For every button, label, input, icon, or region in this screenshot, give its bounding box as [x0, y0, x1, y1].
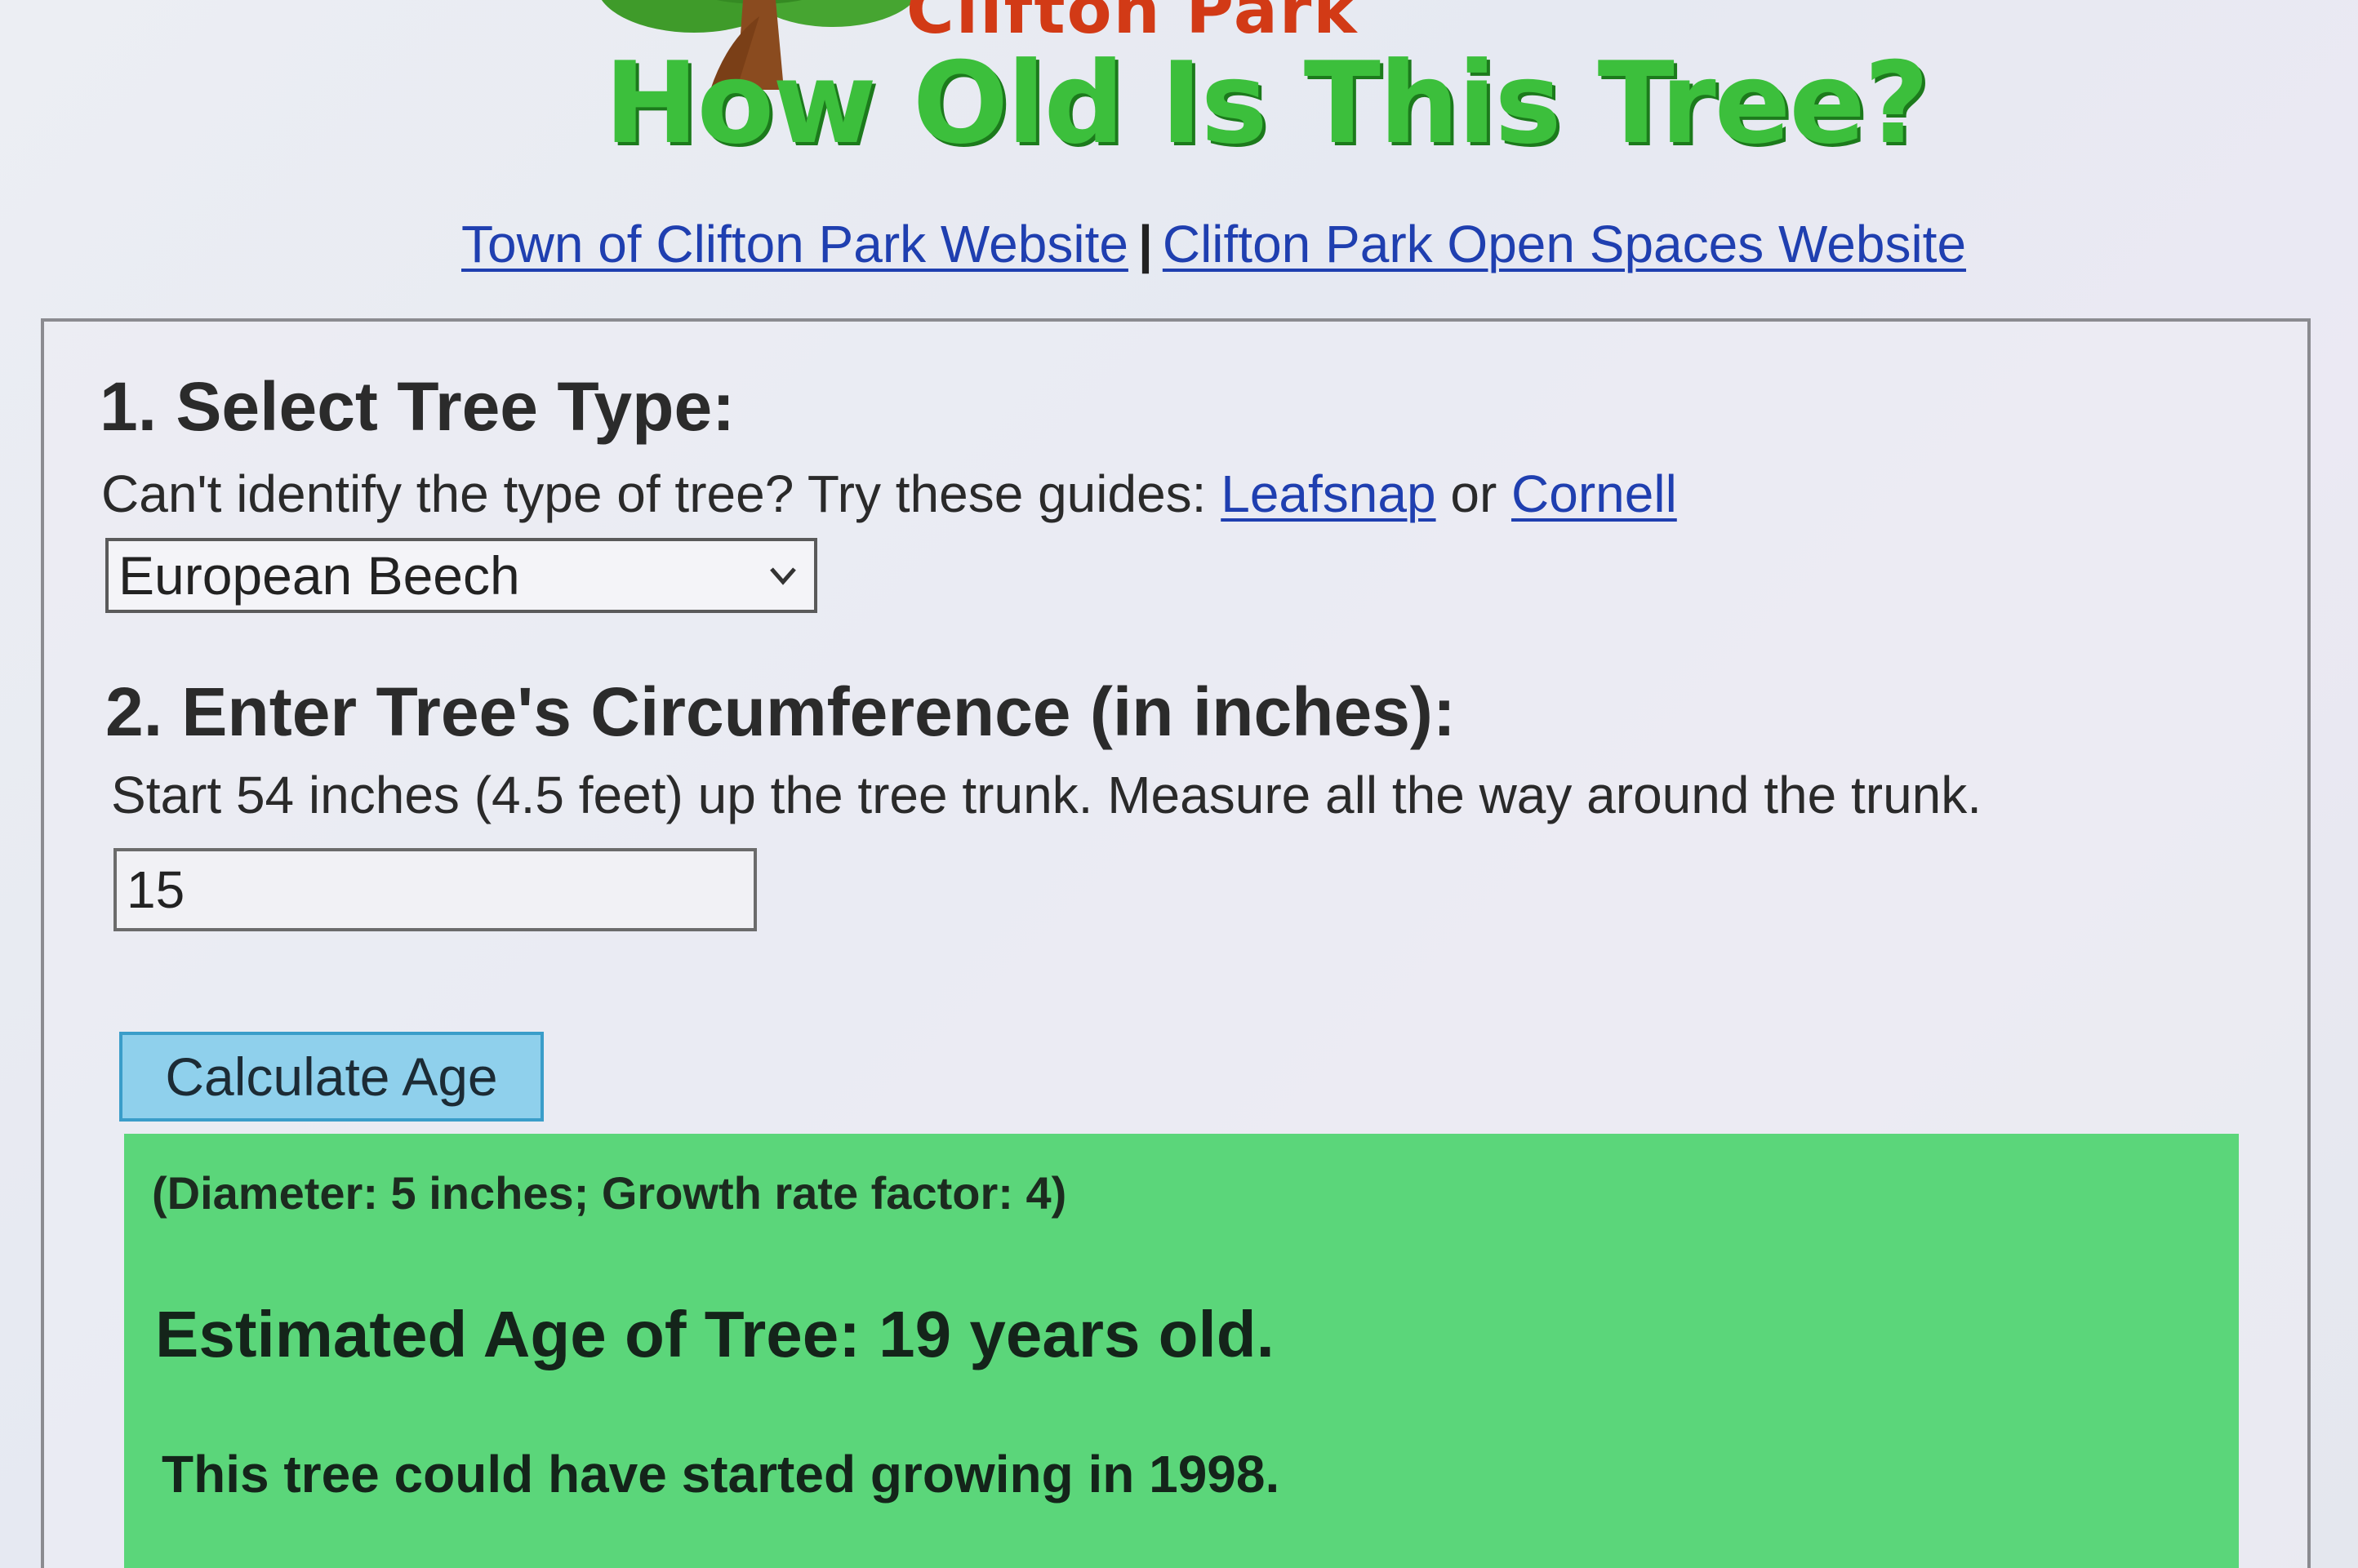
- chevron-down-icon: [770, 567, 796, 585]
- tree-type-selected: European Beech: [118, 545, 520, 606]
- leafsnap-link[interactable]: Leafsnap: [1221, 464, 1435, 523]
- town-website-link[interactable]: Town of Clifton Park Website: [461, 215, 1128, 273]
- step2-heading: 2. Enter Tree's Circumference (in inches…: [105, 673, 1456, 750]
- circumference-input[interactable]: 15: [113, 848, 757, 931]
- tree-type-select[interactable]: European Beech: [105, 538, 817, 613]
- guide-text: Can't identify the type of tree? Try the…: [101, 465, 1677, 522]
- header: Clifton Park How Old Is This Tree? Town …: [0, 0, 2358, 310]
- page-title: How Old Is This Tree?: [604, 38, 1929, 169]
- open-spaces-website-link[interactable]: Clifton Park Open Spaces Website: [1163, 215, 1966, 273]
- result-panel: (Diameter: 5 inches; Growth rate factor:…: [124, 1134, 2239, 1568]
- circumference-value: 15: [127, 860, 185, 919]
- page: Clifton Park How Old Is This Tree? Town …: [0, 0, 2358, 1568]
- step1-heading: 1. Select Tree Type:: [100, 368, 736, 445]
- estimated-age: Estimated Age of Tree: 19 years old.: [155, 1298, 1275, 1370]
- circumference-instructions: Start 54 inches (4.5 feet) up the tree t…: [111, 766, 1982, 824]
- result-details: (Diameter: 5 inches; Growth rate factor:…: [152, 1167, 1067, 1219]
- cornell-link[interactable]: Cornell: [1511, 464, 1677, 523]
- top-links: Town of Clifton Park Website | Clifton Par…: [461, 214, 1966, 274]
- guide-prompt: Can't identify the type of tree? Try the…: [101, 464, 1207, 523]
- calculator-form: 1. Select Tree Type: Can't identify the …: [41, 318, 2311, 1568]
- link-separator: |: [1137, 215, 1153, 273]
- calculate-age-button[interactable]: Calculate Age: [119, 1032, 544, 1122]
- start-year: This tree could have started growing in …: [162, 1445, 1280, 1504]
- guide-or: or: [1450, 464, 1497, 523]
